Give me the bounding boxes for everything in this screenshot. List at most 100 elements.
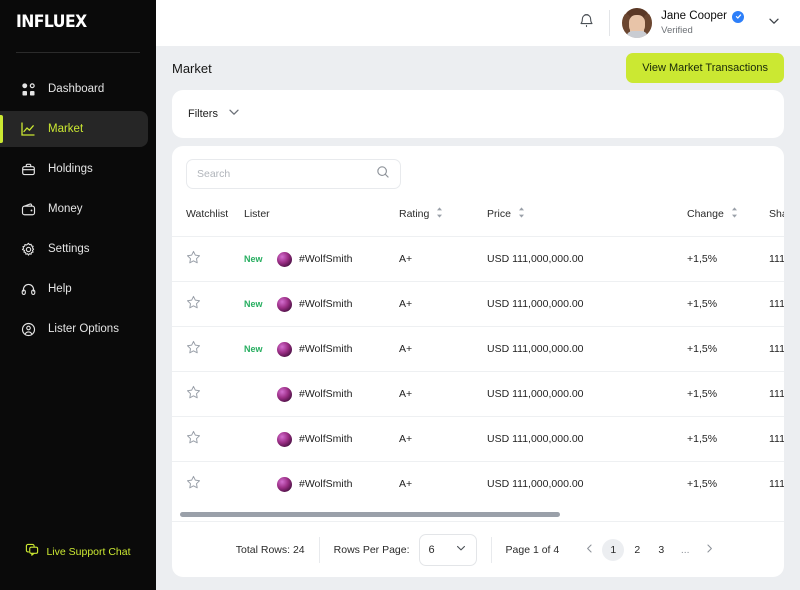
watchlist-star-icon[interactable] [186, 250, 201, 268]
search-row [172, 146, 784, 200]
page-status: Page 1 of 4 [505, 543, 560, 556]
chevron-right-icon [704, 543, 715, 557]
sidebar-item-money[interactable]: Money [0, 191, 148, 227]
column-header-shards[interactable]: Shards [769, 200, 784, 237]
cell-lister: New #WolfSmith [244, 326, 399, 372]
cell-price: USD 111,000,000.00 [487, 371, 687, 417]
page-button-1[interactable]: 1 [602, 538, 625, 561]
filters-panel[interactable]: Filters [172, 90, 784, 138]
cell-shards: 111,000,000,000 [769, 236, 784, 282]
sidebar-item-holdings[interactable]: Holdings [0, 151, 148, 187]
rows-per-page-segment: Rows Per Page: 6 [320, 533, 491, 566]
column-header-watchlist: Watchlist [172, 200, 244, 237]
rows-per-page-select[interactable]: 6 [418, 533, 477, 566]
cell-watchlist[interactable] [172, 371, 244, 417]
view-market-transactions-button[interactable]: View Market Transactions [626, 53, 784, 83]
column-header-price[interactable]: Price [487, 200, 687, 237]
sidebar-item-label: Market [48, 123, 84, 135]
topbar-divider [609, 10, 611, 36]
cell-shards: 111,000,000,000 [769, 416, 784, 462]
page-button-2[interactable]: 2 [626, 539, 648, 561]
search-box[interactable] [186, 159, 401, 189]
chevron-down-icon[interactable] [227, 105, 241, 124]
column-label: Lister [244, 208, 270, 220]
page-header: Market View Market Transactions [172, 46, 784, 90]
lister-avatar-icon [277, 341, 292, 357]
cell-change: +1,5% [687, 326, 769, 372]
avatar[interactable] [622, 8, 653, 38]
sidebar-item-market[interactable]: Market [0, 111, 148, 147]
watchlist-star-icon[interactable] [186, 430, 201, 448]
cell-rating: A+ [399, 416, 487, 462]
sort-icon[interactable] [730, 206, 739, 222]
cell-watchlist[interactable] [172, 326, 244, 372]
lister-avatar-icon [277, 476, 292, 492]
search-input[interactable] [197, 168, 368, 180]
lister-name: #WolfSmith [299, 388, 353, 400]
column-header-change[interactable]: Change [687, 200, 769, 237]
notifications-button[interactable] [571, 8, 601, 38]
cell-watchlist[interactable] [172, 416, 244, 462]
sort-icon[interactable] [435, 206, 444, 222]
user-info[interactable]: Jane Cooper Verified [661, 9, 744, 36]
chat-bubbles-icon [25, 543, 39, 560]
search-icon[interactable] [376, 165, 390, 184]
user-menu-toggle[interactable] [764, 13, 784, 33]
rows-per-page-value: 6 [428, 543, 435, 556]
live-support-chat-button[interactable]: Live Support Chat [0, 543, 156, 560]
table-row[interactable]: New #WolfSmith A+ USD 111,000,000.00 +1,5% 11… [172, 326, 784, 372]
cell-lister: New #WolfSmith [244, 236, 399, 282]
verified-check-icon [732, 10, 744, 23]
cell-shards: 111,000,000,000 [769, 371, 784, 417]
topbar: Jane Cooper Verified [156, 0, 800, 46]
sidebar-item-label: Help [48, 283, 72, 295]
page-button-3[interactable]: 3 [650, 539, 672, 561]
lister-name: #WolfSmith [299, 433, 353, 445]
cell-change: +1,5% [687, 461, 769, 507]
market-table-card: Watchlist Lister Rating [172, 146, 784, 577]
sidebar-item-help[interactable]: Help [0, 271, 148, 307]
table-row[interactable]: #WolfSmith A+USD 111,000,000.00+1,5%111,0… [172, 371, 784, 417]
table-row[interactable]: #WolfSmith A+USD 111,000,000.00+1,5%111,0… [172, 416, 784, 462]
sidebar-item-label: Money [48, 203, 83, 215]
sort-icon[interactable] [517, 206, 526, 222]
headset-icon [20, 281, 36, 297]
lister-avatar-icon [277, 431, 292, 447]
column-header-rating[interactable]: Rating [399, 200, 487, 237]
watchlist-star-icon[interactable] [186, 475, 201, 493]
table-row[interactable]: New #WolfSmith A+ USD 111,000,000.00 +1,5% 11… [172, 281, 784, 327]
cell-rating: A+ [399, 281, 487, 327]
cell-watchlist[interactable] [172, 236, 244, 282]
lister-name: #WolfSmith [299, 343, 353, 355]
column-header-lister: Lister [244, 200, 399, 237]
lister-avatar-icon [277, 386, 292, 402]
next-page-button[interactable] [698, 539, 720, 561]
grid-icon [20, 81, 36, 97]
cell-price: USD 111,000,000.00 [487, 416, 687, 462]
live-support-chat-label: Live Support Chat [46, 545, 131, 558]
column-label: Rating [399, 208, 430, 220]
content-area: Market View Market Transactions Filters [156, 46, 800, 590]
new-badge: New [244, 254, 263, 264]
wallet-icon [20, 201, 36, 217]
watchlist-star-icon[interactable] [186, 340, 201, 358]
watchlist-star-icon[interactable] [186, 295, 201, 313]
sidebar-item-dashboard[interactable]: Dashboard [0, 71, 148, 107]
horizontal-scrollbar[interactable] [172, 509, 784, 521]
cell-rating: A+ [399, 236, 487, 282]
lister-avatar-icon [277, 296, 292, 312]
cell-watchlist[interactable] [172, 281, 244, 327]
sidebar-item-lister-options[interactable]: Lister Options [0, 311, 148, 347]
total-rows-label: Total Rows: 24 [235, 543, 305, 556]
total-rows-segment: Total Rows: 24 [222, 544, 319, 556]
cell-watchlist[interactable] [172, 461, 244, 507]
table-row[interactable]: #WolfSmith A+USD 111,000,000.00+1,5%111,0… [172, 461, 784, 507]
watchlist-star-icon[interactable] [186, 385, 201, 403]
briefcase-icon [20, 161, 36, 177]
prev-page-button[interactable] [578, 539, 600, 561]
table-row[interactable]: New #WolfSmith A+ USD 111,000,000.00 +1,5% 11… [172, 236, 784, 282]
page-ellipsis[interactable]: ... [674, 539, 696, 561]
horizontal-scrollbar-thumb[interactable] [180, 512, 560, 517]
sidebar-item-settings[interactable]: Settings [0, 231, 148, 267]
column-label: Watchlist [186, 208, 229, 220]
